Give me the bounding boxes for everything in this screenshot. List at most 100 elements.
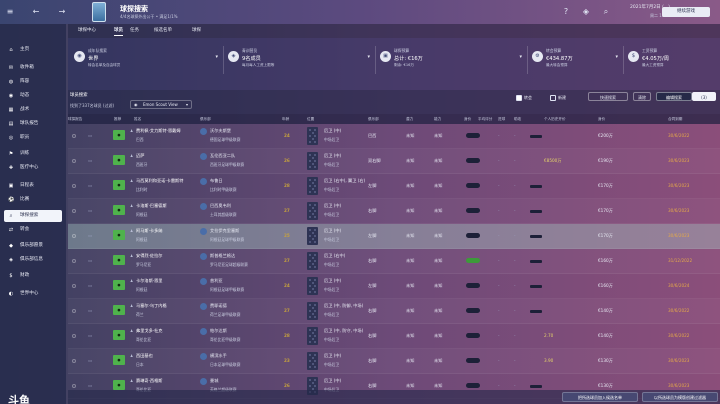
report-icon[interactable]: ▭ xyxy=(88,358,92,363)
sidebar-item-2[interactable]: ◍ 阵容 xyxy=(4,76,62,88)
club-name[interactable]: 巴西奥韦利 xyxy=(210,203,231,209)
player-name[interactable]: 赛琳奇·西格斯 xyxy=(136,378,162,384)
club-name[interactable]: 沃尔夫斯堡 xyxy=(210,128,231,134)
table-row[interactable]: ▭ ● ♟ 费利佩·艾力斯特·恩戴姆 巴西 沃尔夫斯堡 德国足球甲级联赛 24 后卫 (中) 中场… xyxy=(68,124,720,149)
quick-search-button[interactable]: 快速搜索 xyxy=(588,92,628,101)
sidebar-item-10[interactable]: ⚽ 比赛 xyxy=(4,194,62,206)
club-name[interactable]: 斯普格兰格达 xyxy=(210,253,235,259)
select-radio[interactable] xyxy=(72,309,76,313)
tab-1[interactable]: 球员 xyxy=(114,26,123,36)
stat-card-4[interactable]: $ 工资预算 €4.05万/周 最大工资预算 xyxy=(626,42,718,86)
player-name[interactable]: 马塞尔·乌丁内格 xyxy=(136,303,167,309)
table-row[interactable]: ▭ ● ♟ 马西莫利和亚诺·卡雷斯特 比利时 布鲁日 比利时甲级联赛 28 后卫 (右中), 翼… xyxy=(68,174,720,199)
table-row[interactable]: ▭ ● ♟ 卡洛斯·巴塞德斯 阿根廷 巴西奥韦利 土耳其超级联赛 27 后卫 (中) 中场后卫 右脚… xyxy=(68,199,720,224)
sidebar-item-6[interactable]: ◎ 职员 xyxy=(4,132,62,144)
stat-card-2[interactable]: ▣ 球探预算 总计: €16万 剩余: €16万 ▾ xyxy=(378,42,526,86)
report-icon[interactable]: ▭ xyxy=(88,208,92,213)
column-header[interactable]: 潜力 xyxy=(406,114,413,124)
club-name[interactable]: 曼城 xyxy=(210,378,218,384)
club-name[interactable]: 布鲁日 xyxy=(210,178,223,184)
help-icon[interactable]: ? xyxy=(560,6,572,18)
player-name[interactable]: 安得烈·佐拉尔 xyxy=(136,253,162,259)
player-name[interactable]: 卡尔洛斯·恩里 xyxy=(136,278,162,284)
view-selector[interactable]: ◉ Emon Scout View ▾ xyxy=(130,100,192,109)
column-header[interactable]: 能力 xyxy=(434,114,441,124)
column-header[interactable]: 年龄 xyxy=(282,114,289,124)
select-radio[interactable] xyxy=(72,234,76,238)
column-header[interactable]: 身价 xyxy=(598,114,605,124)
report-icon[interactable]: ▭ xyxy=(88,383,92,388)
report-icon[interactable]: ▭ xyxy=(88,308,92,313)
search-icon[interactable]: ⌕ xyxy=(600,6,612,18)
sidebar-item-4[interactable]: ▦ 战术 xyxy=(4,104,62,116)
select-radio[interactable] xyxy=(72,334,76,338)
club-name[interactable]: 普利亚 xyxy=(210,278,223,284)
column-header[interactable]: 俱乐部 xyxy=(368,114,379,124)
sidebar-item-9[interactable]: ▣ 日程表 xyxy=(4,180,62,192)
sidebar-item-15[interactable]: $ 财政 xyxy=(4,270,62,282)
tab-4[interactable]: 球探 xyxy=(192,26,201,36)
transfer-checkbox[interactable]: 转会 xyxy=(516,94,532,101)
forward-arrow-icon[interactable]: → xyxy=(56,6,68,18)
tab-0[interactable]: 球探中心 xyxy=(78,26,96,36)
report-icon[interactable]: ▭ xyxy=(88,258,92,263)
report-icon[interactable]: ▭ xyxy=(88,333,92,338)
select-radio[interactable] xyxy=(72,184,76,188)
sidebar-item-7[interactable]: ⚑ 训练 xyxy=(4,148,62,160)
notifications-icon[interactable]: ◈ xyxy=(580,6,592,18)
new-checkbox[interactable]: 新建 xyxy=(550,94,566,101)
back-arrow-icon[interactable]: ← xyxy=(30,6,42,18)
table-row[interactable]: ▭ ● ♟ 阿马斯·卡多纳 阿根廷 艾拉伊克里塞斯 阿根廷足球甲级联赛 25 后卫 (中) 中场后… xyxy=(68,224,720,249)
select-radio[interactable] xyxy=(72,134,76,138)
player-name[interactable]: 西田基也 xyxy=(136,353,153,359)
report-icon[interactable]: ▭ xyxy=(88,133,92,138)
column-header[interactable]: 位置 xyxy=(307,114,314,124)
filter-count-badge[interactable]: (3) xyxy=(692,92,716,101)
stat-card-1[interactable]: ◈ 青训营员 9名成员 每月每人工资上限等 ▾ xyxy=(226,42,374,86)
club-crest-icon[interactable] xyxy=(92,2,106,22)
player-name[interactable]: 马西莫利和亚诺·卡雷斯特 xyxy=(136,178,183,184)
report-icon[interactable]: ▭ xyxy=(88,233,92,238)
stat-card-3[interactable]: ⚙ 转会预算 €434.87万 最大转会预算 ▾ xyxy=(530,42,622,86)
column-header[interactable]: 进球 xyxy=(498,114,505,124)
player-name[interactable]: 阿马斯·卡多纳 xyxy=(136,228,162,234)
select-radio[interactable] xyxy=(72,359,76,363)
column-header[interactable]: 平均评分 xyxy=(478,114,492,124)
sidebar-item-11[interactable]: ⌕ 球探搜索 xyxy=(4,210,62,222)
sidebar-item-13[interactable]: ◆ 俱乐部愿景 xyxy=(4,240,62,252)
sidebar-item-12[interactable]: ⇄ 转会 xyxy=(4,224,62,236)
club-name[interactable]: 横滨水手 xyxy=(210,353,227,359)
column-header[interactable]: 推荐 xyxy=(114,114,121,124)
sidebar-item-3[interactable]: ◉ 动态 xyxy=(4,90,62,102)
column-header[interactable]: 个人历史开价 xyxy=(544,114,566,124)
table-row[interactable]: ▭ ● ♟ 西田基也 日本 横滨水手 日本足球甲级联赛 23 后卫 (中) 中场后卫 右脚 未知 未知 -… xyxy=(68,349,720,374)
player-name[interactable]: 费利佩·艾力斯特·恩戴姆 xyxy=(136,128,181,134)
sidebar-item-5[interactable]: ▤ 球队报告 xyxy=(4,118,62,130)
add-shortlist-button[interactable]: 把所选球员加入候选名单 xyxy=(562,392,638,402)
select-radio[interactable] xyxy=(72,384,76,388)
column-header[interactable]: 俱乐部 xyxy=(200,114,211,124)
table-row[interactable]: ▭ ● ♟ 安得烈·佐拉尔 罗马尼亚 斯普格兰格达 罗马尼亚足球超级联赛 27 后卫 (右中) 中… xyxy=(68,249,720,274)
select-radio[interactable] xyxy=(72,284,76,288)
table-row[interactable]: ▭ ● ♟ 马塞尔·乌丁内格 荷兰 费耶诺德 荷兰足球甲级联赛 27 后卫 (中, 防御, 中场… xyxy=(68,299,720,324)
column-header[interactable]: 合同到期 xyxy=(668,114,682,124)
edit-search-button[interactable]: 编辑搜索 xyxy=(656,92,692,101)
select-radio[interactable] xyxy=(72,159,76,163)
club-name[interactable]: 帕尔达斯 xyxy=(210,328,227,334)
sidebar-item-8[interactable]: ✚ 医疗中心 xyxy=(4,162,62,174)
table-row[interactable]: ▭ ● ♟ 弗里戈多·杜克 哥伦比亚 帕尔达斯 哥伦比亚甲级联赛 28 后卫 (中, 防守, 中… xyxy=(68,324,720,349)
table-row[interactable]: ▭ ● ♟ 卡尔洛斯·恩里 阿根廷 普利亚 阿根廷足球甲级联赛 24 后卫 (中) 中场后卫 左脚 未… xyxy=(68,274,720,299)
player-name[interactable]: 卡洛斯·巴塞德斯 xyxy=(136,203,167,209)
sidebar-item-14[interactable]: ◈ 俱乐部信息 xyxy=(4,254,62,266)
column-header[interactable]: 助攻 xyxy=(514,114,521,124)
column-header[interactable]: 身价 xyxy=(464,114,471,124)
club-name[interactable]: 费耶诺德 xyxy=(210,303,227,309)
create-filter-button[interactable]: 以所选球员为模版创建过滤器 xyxy=(642,392,718,402)
column-header[interactable]: 球探报告 xyxy=(68,114,82,124)
table-row[interactable]: ▭ ● ♟ 迈萨 西班牙 瓦伦西亚二队 西班牙足球甲级联赛 26 后卫 (中) 中场后卫 双右脚 未知… xyxy=(68,149,720,174)
tab-2[interactable]: 任务 xyxy=(130,26,139,36)
player-name[interactable]: 弗里戈多·杜克 xyxy=(136,328,162,334)
report-icon[interactable]: ▭ xyxy=(88,183,92,188)
menu-icon[interactable]: ≡ xyxy=(4,6,16,18)
tab-3[interactable]: 候选名单 xyxy=(154,26,172,36)
